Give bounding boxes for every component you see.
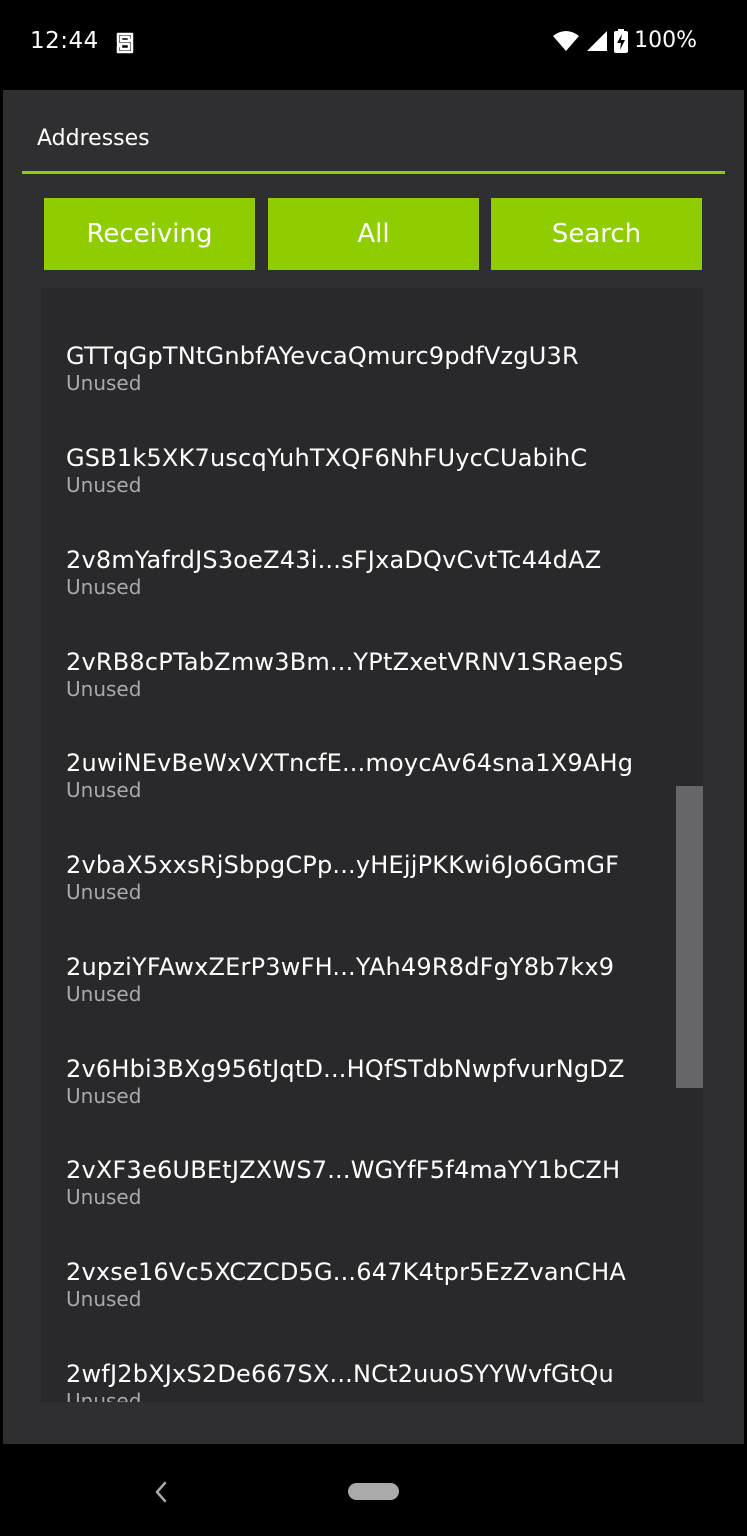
- list-item[interactable]: GTTqGpTNtGnbfAYevcaQmurc9pdfVzgU3R Unuse…: [66, 341, 686, 431]
- address-text: 2wfJ2bXJxS2De667SX...NCt2uuoSYYWvfGtQu: [66, 1360, 614, 1388]
- address-list[interactable]: GTTqGpTNtGnbfAYevcaQmurc9pdfVzgU3R Unuse…: [41, 288, 703, 1402]
- title-underline: [22, 171, 725, 174]
- battery-charging-icon: [614, 28, 629, 53]
- list-item[interactable]: 2vRB8cPTabZmw3Bm...YPtZxetVRNV1SRaepS Un…: [66, 647, 686, 737]
- all-button[interactable]: All: [268, 198, 479, 270]
- address-text: 2vXF3e6UBEtJZXWS7...WGYfF5f4maYY1bCZH: [66, 1156, 621, 1184]
- address-status: Unused: [66, 677, 142, 701]
- list-item[interactable]: 2uwiNEvBeWxVXTncfE...moycAv64sna1X9AHg U…: [66, 748, 686, 838]
- list-item[interactable]: 2vXF3e6UBEtJZXWS7...WGYfF5f4maYY1bCZH Un…: [66, 1155, 686, 1245]
- address-status: Unused: [66, 1185, 142, 1209]
- status-icons: 100%: [552, 28, 697, 53]
- battery-percentage: 100%: [634, 28, 697, 53]
- list-item[interactable]: 2v8mYafrdJS3oeZ43i...sFJxaDQvCvtTc44dAZ …: [66, 545, 686, 635]
- address-status: Unused: [66, 982, 142, 1006]
- address-text: 2v6Hbi3BXg956tJqtD...HQfSTdbNwpfvurNgDZ: [66, 1055, 625, 1083]
- list-item[interactable]: 2vxse16Vc5XCZCD5G...647K4tpr5EzZvanCHA U…: [66, 1257, 686, 1347]
- status-time: 12:44: [30, 28, 99, 54]
- list-item[interactable]: GSB1k5XK7uscqYuhTXQF6NhFUycCUabihC Unuse…: [66, 443, 686, 533]
- address-text: 2vbaX5xxsRjSbpgCPp...yHEjjPKKwi6Jo6GmGF: [66, 851, 620, 879]
- address-status: Unused: [66, 1084, 142, 1108]
- address-text: 2uwiNEvBeWxVXTncfE...moycAv64sna1X9AHg: [66, 749, 634, 777]
- address-text: GSB1k5XK7uscqYuhTXQF6NhFUycCUabihC: [66, 444, 588, 472]
- list-item[interactable]: 2upziYFAwxZErP3wFH...YAh49R8dFgY8b7kx9 U…: [66, 952, 686, 1042]
- search-button[interactable]: Search: [491, 198, 702, 270]
- addresses-panel: Addresses Receiving All Search GTTqGpTNt…: [3, 90, 744, 1444]
- list-item[interactable]: 2wfJ2bXJxS2De667SX...NCt2uuoSYYWvfGtQu U…: [66, 1359, 686, 1402]
- app-notification-icon: [116, 32, 134, 54]
- address-status: Unused: [66, 880, 142, 904]
- receiving-button[interactable]: Receiving: [44, 198, 255, 270]
- address-text: GTTqGpTNtGnbfAYevcaQmurc9pdfVzgU3R: [66, 342, 579, 370]
- address-status: Unused: [66, 473, 142, 497]
- status-bar: 12:44 100%: [0, 0, 747, 88]
- address-text: 2vxse16Vc5XCZCD5G...647K4tpr5EzZvanCHA: [66, 1258, 626, 1286]
- address-text: 2v8mYafrdJS3oeZ43i...sFJxaDQvCvtTc44dAZ: [66, 546, 602, 574]
- address-status: Unused: [66, 1287, 142, 1311]
- scrollbar-thumb[interactable]: [676, 786, 703, 1088]
- signal-icon: [587, 30, 608, 51]
- page-title: Addresses: [37, 126, 150, 151]
- home-button[interactable]: [348, 1483, 399, 1500]
- address-status: Unused: [66, 575, 142, 599]
- address-status: Unused: [66, 778, 142, 802]
- wifi-icon: [553, 30, 580, 51]
- back-icon[interactable]: [152, 1480, 170, 1504]
- address-text: 2vRB8cPTabZmw3Bm...YPtZxetVRNV1SRaepS: [66, 648, 624, 676]
- address-status: Unused: [66, 1389, 142, 1402]
- address-text: 2upziYFAwxZErP3wFH...YAh49R8dFgY8b7kx9: [66, 953, 615, 981]
- address-status: Unused: [66, 371, 142, 395]
- list-item[interactable]: 2v6Hbi3BXg956tJqtD...HQfSTdbNwpfvurNgDZ …: [66, 1054, 686, 1144]
- navigation-bar: [0, 1446, 747, 1536]
- list-item[interactable]: 2vbaX5xxsRjSbpgCPp...yHEjjPKKwi6Jo6GmGF …: [66, 850, 686, 940]
